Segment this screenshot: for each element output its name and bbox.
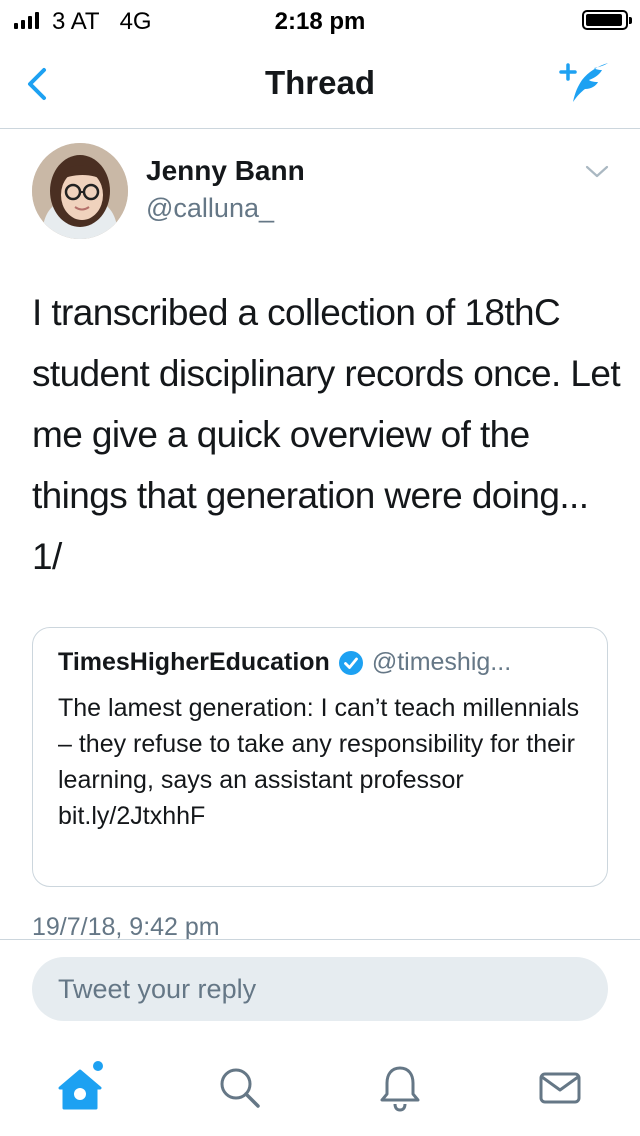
tweet-text: I transcribed a collection of 18thC stud… (32, 292, 621, 577)
tweet-timestamp: 19/7/18, 9:42 pm (32, 913, 220, 940)
author-name[interactable]: Jenny Bann (146, 155, 305, 187)
avatar[interactable] (32, 143, 128, 239)
quoted-tweet-text: The lamest generation: I can’t teach mil… (58, 694, 580, 794)
tab-home[interactable] (50, 1060, 110, 1116)
quoted-author-name: TimesHigherEducation (58, 648, 330, 676)
mail-icon (539, 1072, 581, 1104)
reply-placeholder: Tweet your reply (58, 974, 257, 1004)
battery-icon (582, 10, 632, 30)
home-icon (58, 1061, 103, 1110)
page-title: Thread (264, 64, 376, 101)
tab-search[interactable] (210, 1060, 270, 1116)
tweet-options-button[interactable] (584, 163, 610, 181)
author-handle[interactable]: @calluna_ (146, 193, 274, 224)
quoted-author-handle: @timeshig... (371, 648, 512, 676)
divider (0, 939, 640, 940)
quoted-tweet-card[interactable]: TimesHigherEducation @timeshig... The la… (32, 627, 608, 887)
navigation-bar: Thread (0, 40, 640, 129)
compose-tweet-button[interactable] (558, 58, 614, 108)
compose-tweet-icon (559, 63, 608, 102)
chevron-down-icon (585, 165, 609, 178)
reply-input[interactable]: Tweet your reply (32, 957, 608, 1021)
status-time: 2:18 pm (274, 8, 366, 35)
status-bar: 3 AT 4G 2:18 pm (0, 0, 640, 40)
profile-photo (32, 143, 128, 239)
quoted-tweet-header: TimesHigherEducation @timeshig... (58, 648, 511, 677)
search-icon (220, 1068, 260, 1108)
quoted-tweet-link[interactable]: bit.ly/2JtxhhF (58, 802, 205, 830)
tab-notifications[interactable] (370, 1060, 430, 1116)
tab-messages[interactable] (530, 1060, 590, 1116)
bell-icon (380, 1066, 420, 1112)
quoted-tweet-body: The lamest generation: I can’t teach mil… (58, 690, 588, 834)
tab-bar (0, 1040, 640, 1136)
verified-badge-icon (338, 650, 363, 675)
